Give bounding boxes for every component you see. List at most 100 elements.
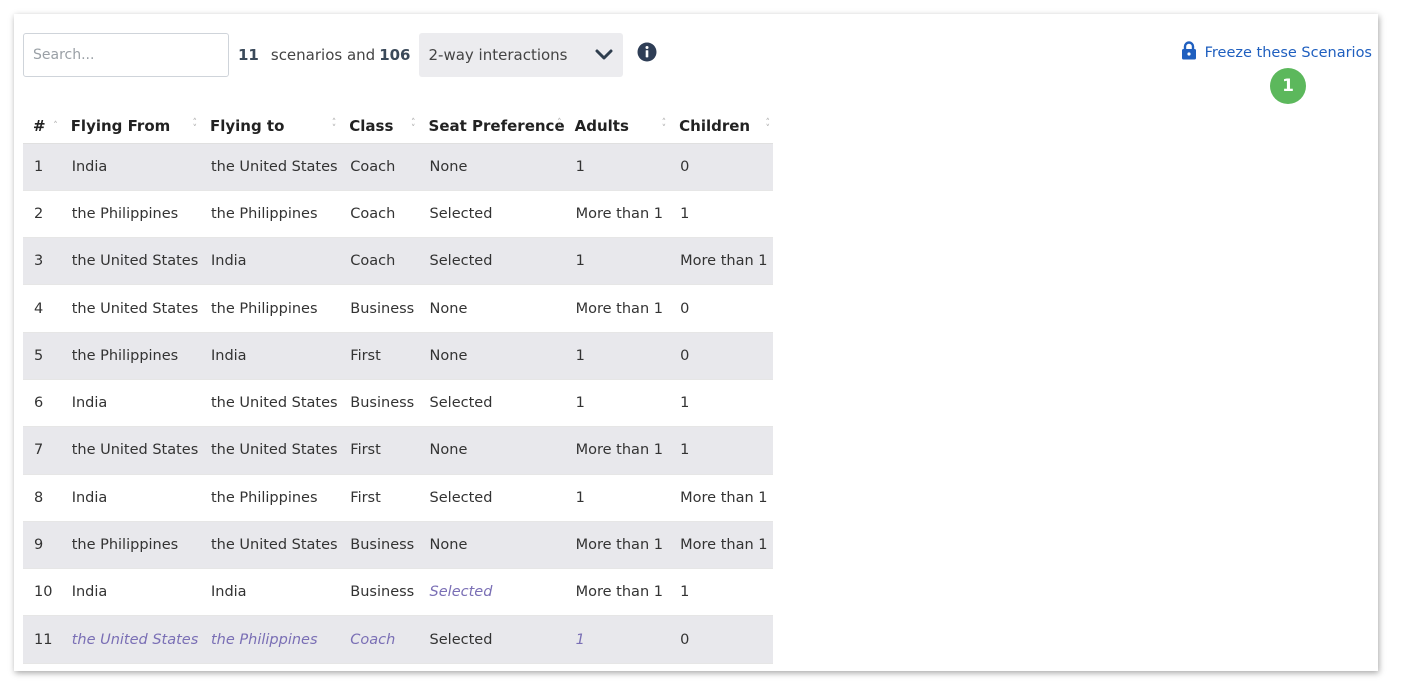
cell-children: 1 — [669, 568, 773, 617]
sort-icon: ˄ ˅ — [192, 117, 197, 134]
cell-children: 1 — [669, 426, 773, 475]
cell-class: Coach — [339, 143, 419, 191]
cell-flying-to: India — [199, 332, 340, 380]
cell-adults: More than 1 — [564, 284, 670, 333]
cell-flying-from: India — [60, 568, 200, 617]
table-row: 3 the United States India Coach Selected… — [23, 237, 773, 286]
cell-flying-from: the Philippines — [60, 190, 200, 239]
cell-adults: 1 — [564, 615, 670, 664]
cell-adults: 1 — [564, 237, 670, 286]
cell-number: 11 — [23, 615, 61, 664]
cell-seat-preference: None — [418, 143, 565, 191]
cell-flying-to: the United States — [199, 143, 340, 191]
table-row: 5 the Philippines India First None 1 0 — [23, 332, 773, 380]
cell-class: Business — [339, 568, 419, 617]
scenarios-panel: 11 scenarios and 106 2-way interactions — [14, 14, 1378, 671]
cell-number: 8 — [23, 474, 61, 522]
cell-class: Business — [339, 521, 419, 570]
col-header-adults[interactable]: Adults ˄ ˅ — [564, 109, 670, 144]
cell-number: 5 — [23, 332, 61, 380]
cell-number: 4 — [23, 284, 61, 333]
cell-class: First — [339, 332, 419, 380]
info-icon[interactable] — [637, 42, 657, 62]
sort-icon: ˄ ˅ — [557, 117, 562, 134]
table-row: 2 the Philippines the Philippines Coach … — [23, 190, 773, 239]
cell-adults: More than 1 — [564, 426, 670, 475]
table-row: 7 the United States the United States Fi… — [23, 426, 773, 475]
cell-class: Business — [339, 379, 419, 428]
interaction-mode-value: 2-way interactions — [428, 46, 568, 64]
table-row: 9 the Philippines the United States Busi… — [23, 521, 773, 570]
table-row: 10 India India Business Selected More th… — [23, 568, 773, 617]
table-row: 4 the United States the Philippines Busi… — [23, 284, 773, 333]
col-header-flying-to[interactable]: Flying to ˄ ˅ — [199, 109, 340, 144]
cell-adults: 1 — [564, 379, 670, 428]
cell-flying-from: the United States — [60, 284, 200, 333]
cell-adults: More than 1 — [564, 568, 670, 617]
cell-class: Coach — [339, 190, 419, 239]
col-header-flying-from[interactable]: Flying From ˄ ˅ — [60, 109, 200, 144]
sort-icon: ˄ ˅ — [411, 117, 416, 134]
cell-class: First — [339, 474, 419, 522]
cell-flying-from: India — [60, 474, 200, 522]
cell-seat-preference: None — [418, 284, 565, 333]
cell-flying-from: the Philippines — [60, 332, 200, 380]
cell-flying-from: the United States — [60, 426, 200, 475]
cell-seat-preference: Selected — [418, 190, 565, 239]
chevron-down-icon — [595, 49, 613, 61]
search-input[interactable] — [23, 33, 229, 77]
interaction-count: 106 — [379, 46, 411, 64]
cell-class: Business — [339, 284, 419, 333]
cell-adults: More than 1 — [564, 521, 670, 570]
freeze-scenarios-link[interactable]: Freeze these Scenarios — [1181, 41, 1372, 64]
cell-adults: 1 — [564, 143, 670, 191]
cell-flying-to: India — [199, 568, 340, 617]
col-header-children[interactable]: Children ˄ ˅ — [669, 109, 773, 144]
cell-seat-preference: None — [418, 332, 565, 380]
table-row: 8 India the Philippines First Selected 1… — [23, 474, 773, 522]
cell-flying-from: India — [60, 379, 200, 428]
cell-flying-to: the Philippines — [199, 615, 340, 664]
table-header-row: # ˄ Flying From ˄ ˅ Flying to ˄ ˅ Class ˄ ˅ Sea… — [23, 109, 773, 144]
cell-flying-from: India — [60, 143, 200, 191]
cell-children: More than 1 — [669, 237, 773, 286]
cell-seat-preference: Selected — [418, 615, 565, 664]
cell-seat-preference: Selected — [418, 237, 565, 286]
cell-adults: More than 1 — [564, 190, 670, 239]
cell-flying-from: the United States — [60, 615, 200, 664]
freeze-scenarios-label: Freeze these Scenarios — [1204, 44, 1372, 61]
cell-seat-preference: None — [418, 426, 565, 475]
freeze-count-badge: 1 — [1270, 68, 1306, 104]
cell-class: Coach — [339, 237, 419, 286]
sort-icon: ˄ ˅ — [331, 117, 337, 134]
scenarios-table: # ˄ Flying From ˄ ˅ Flying to ˄ ˅ Class ˄ ˅ Sea… — [23, 109, 773, 664]
cell-children: More than 1 — [669, 521, 773, 570]
lock-icon — [1181, 41, 1197, 64]
col-header-number[interactable]: # ˄ — [23, 109, 61, 144]
cell-flying-to: the Philippines — [199, 474, 340, 522]
cell-children: 0 — [669, 143, 773, 191]
cell-flying-to: the Philippines — [199, 284, 340, 333]
interaction-mode-select[interactable]: 2-way interactions — [418, 33, 623, 77]
scenario-count: 11 — [238, 46, 259, 64]
cell-number: 7 — [23, 426, 61, 475]
cell-class: Coach — [339, 615, 419, 664]
sort-icon: ˄ ˅ — [661, 117, 667, 134]
col-header-seat-preference[interactable]: Seat Preference ˄ ˅ — [418, 109, 565, 144]
cell-flying-from: the Philippines — [60, 521, 200, 570]
cell-number: 6 — [23, 379, 61, 428]
cell-seat-preference: Selected — [418, 379, 565, 428]
cell-seat-preference: Selected — [418, 474, 565, 522]
sort-icon: ˄ — [53, 120, 58, 131]
scenarios-and-label: scenarios and — [270, 46, 376, 64]
cell-adults: 1 — [564, 332, 670, 380]
table-row: 6 India the United States Business Selec… — [23, 379, 773, 428]
cell-number: 10 — [23, 568, 61, 617]
cell-children: 1 — [669, 190, 773, 239]
cell-flying-to: the United States — [199, 426, 340, 475]
cell-number: 1 — [23, 143, 61, 191]
cell-flying-to: the United States — [199, 521, 340, 570]
cell-flying-to: India — [199, 237, 340, 286]
sort-icon: ˄ ˅ — [765, 117, 771, 134]
col-header-class[interactable]: Class ˄ ˅ — [339, 109, 419, 144]
